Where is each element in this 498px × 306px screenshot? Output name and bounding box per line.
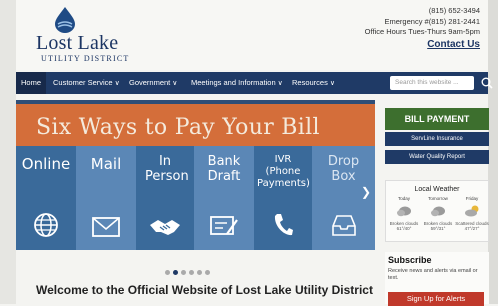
phone-icon	[274, 214, 293, 236]
servline-insurance-button[interactable]: ServLine Insurance	[385, 132, 489, 146]
main-nav: Home Customer Service ∨ Government ∨ Meeti…	[16, 72, 493, 94]
nav-home[interactable]: Home	[16, 72, 47, 94]
tile-label: IVR (Phone Payments)	[257, 154, 310, 189]
water-quality-report-button[interactable]: Water Quality Report	[385, 150, 489, 164]
carousel-title: Six Ways to Pay Your Bill	[36, 115, 320, 140]
payment-carousel[interactable]: Six Ways to Pay Your Bill Online Mail In…	[16, 100, 375, 250]
weather-widget: Local Weather Today Tomorrow Friday Brok…	[385, 180, 489, 242]
subscribe-panel: Subscribe Receive news and alerts via em…	[385, 252, 489, 306]
tile-online[interactable]: Online	[16, 146, 76, 250]
office-hours: Office Hours Tues-Thurs 9am-5pm	[364, 27, 480, 36]
weather-title: Local Weather	[414, 186, 460, 193]
right-frame	[488, 0, 498, 304]
chevron-down-icon: ∨	[172, 80, 178, 87]
tile-ivr-phone[interactable]: IVR (Phone Payments)	[254, 146, 312, 250]
tile-label: Online	[21, 155, 71, 173]
cloud-icon	[431, 206, 445, 217]
emergency-number: Emergency #(815) 281-2441	[384, 16, 480, 26]
envelope-icon	[92, 217, 120, 237]
carousel-dot[interactable]	[189, 270, 194, 275]
subscribe-text: Receive news and alerts via email or tex…	[388, 268, 478, 281]
chevron-down-icon: ∨	[329, 80, 335, 87]
nav-label: Customer Service	[53, 78, 113, 87]
logo-subtitle: UTILITY DISTRICT	[41, 54, 130, 63]
tile-label: Mail	[90, 155, 122, 173]
left-frame	[0, 0, 16, 304]
nav-meetings-and-information[interactable]: Meetings and Information ∨	[191, 72, 283, 94]
weather-desc: Scattered clouds 47°/27°	[455, 221, 489, 231]
carousel-dot[interactable]	[165, 270, 170, 275]
tile-in-person[interactable]: In Person	[136, 146, 194, 250]
chevron-down-icon: ∨	[277, 80, 283, 87]
globe-icon	[34, 213, 58, 237]
bill-payment-button[interactable]: BILL PAYMENT	[385, 108, 489, 130]
subscribe-title: Subscribe	[388, 255, 432, 265]
carousel-next-arrow-icon[interactable]: ❯	[361, 185, 371, 199]
nav-label: Resources	[292, 78, 328, 87]
tile-label: Bank Draft	[207, 154, 241, 184]
nav-resources[interactable]: Resources ∨	[292, 72, 335, 94]
weather-day: Today	[397, 196, 410, 201]
phone-number: (815) 652-3494	[428, 6, 480, 15]
carousel-dot-active[interactable]	[173, 270, 178, 275]
carousel-dots	[165, 262, 213, 280]
contact-info: (815) 652-3494 Emergency #(815) 281-2441…	[365, 6, 480, 50]
weather-desc: Broken clouds 59°/31°	[423, 221, 453, 231]
nav-label: Government	[129, 78, 171, 87]
nav-home-label: Home	[21, 78, 42, 87]
cloud-icon	[397, 206, 411, 217]
weather-day: Tomorrow	[428, 196, 448, 201]
carousel-banner: Six Ways to Pay Your Bill	[16, 104, 375, 146]
carousel-dot[interactable]	[205, 270, 210, 275]
dropbox-icon	[331, 215, 356, 236]
nav-label: Meetings and Information	[191, 78, 276, 87]
tile-mail[interactable]: Mail	[76, 146, 136, 250]
logo-title[interactable]: Lost Lake	[36, 32, 118, 55]
welcome-heading: Welcome to the Official Website of Lost …	[36, 283, 373, 297]
weather-day: Friday	[465, 196, 479, 201]
check-icon	[210, 216, 238, 235]
site-header: Lost Lake UTILITY DISTRICT (815) 652-349…	[16, 0, 488, 70]
tile-label: In Person	[145, 154, 189, 184]
sun-cloud-icon	[465, 205, 479, 217]
search-input[interactable]: Search this website ...	[390, 76, 474, 90]
tile-bank-draft[interactable]: Bank Draft	[194, 146, 254, 250]
water-drop-logo-icon	[55, 7, 75, 33]
tile-label: Drop Box	[327, 154, 360, 184]
search-icon[interactable]	[480, 76, 494, 90]
nav-customer-service[interactable]: Customer Service ∨	[53, 72, 120, 94]
carousel-dot[interactable]	[197, 270, 202, 275]
weather-desc: Broken clouds 61°/40°	[389, 221, 419, 231]
nav-government[interactable]: Government ∨	[129, 72, 177, 94]
carousel-dot[interactable]	[181, 270, 186, 275]
chevron-down-icon: ∨	[114, 80, 120, 87]
handshake-icon	[150, 220, 180, 235]
contact-us-link[interactable]: Contact Us	[365, 39, 480, 51]
